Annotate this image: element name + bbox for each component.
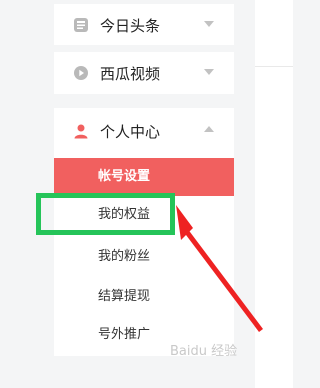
watermark: Baidu 经验 [170,344,238,359]
arrow-shaft [180,224,263,332]
annotation-arrow [176,205,263,332]
